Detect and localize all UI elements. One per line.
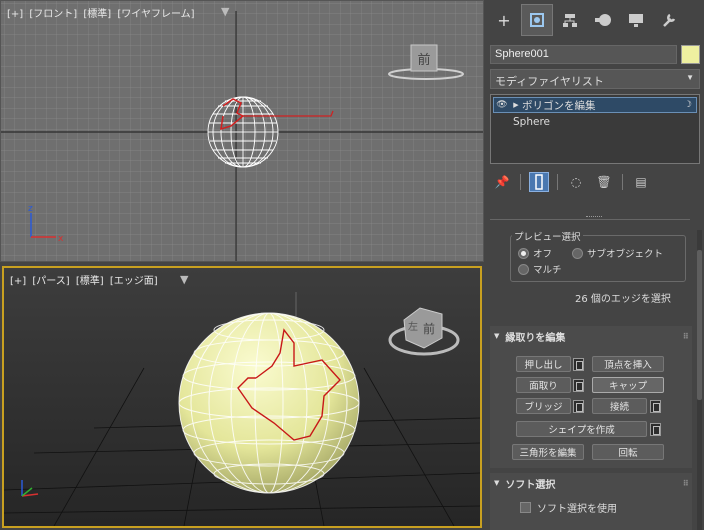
viewport-plus-menu[interactable]: [+] [7, 9, 23, 20]
sphere-wireframe [207, 96, 279, 168]
object-color-swatch[interactable] [681, 45, 700, 64]
axis-x-label: x [58, 234, 64, 244]
preview-subobject-radio[interactable]: サブオブジェクト [572, 246, 663, 260]
preview-off-radio[interactable]: オフ [518, 246, 552, 260]
create-tab-icon[interactable]: + [489, 5, 519, 35]
viewport-mode-menu[interactable]: [ワイヤフレーム] [117, 9, 194, 20]
grip-icon: ⠿ [682, 478, 689, 488]
viewport-shading-menu[interactable]: [標準] [83, 9, 111, 20]
stack-toolbar: 📌 ◌ 🗑 ▤ [492, 172, 651, 192]
grip-icon: ⠿ [682, 331, 689, 341]
axis-z-label: z [28, 204, 33, 214]
edit-edges-header[interactable]: ▼ 縁取りを編集 ⠿ [490, 327, 692, 345]
expand-triangle-icon[interactable]: ▶ [510, 101, 522, 109]
drag-handle[interactable] [586, 216, 602, 219]
soft-selection-header[interactable]: ▼ ソフト選択 ⠿ [490, 474, 692, 492]
viewport-mode-menu[interactable]: [エッジ面] [110, 276, 158, 287]
eye-icon[interactable]: 👁 [494, 100, 510, 110]
utilities-tab-icon[interactable] [654, 5, 684, 35]
cap-button[interactable]: キャップ [592, 377, 664, 393]
remove-modifier-icon[interactable]: 🗑 [594, 172, 614, 192]
create-shape-settings-icon[interactable] [650, 423, 661, 436]
collapse-triangle-icon: ▼ [494, 479, 500, 487]
viewport-shading-menu[interactable]: [標準] [76, 276, 104, 287]
preview-off-label: オフ [533, 249, 553, 260]
subobject-icon: ☽ [683, 100, 692, 110]
viewcube-left-label: 左 [408, 320, 418, 333]
front-viewport-scene: 前 z x [1, 1, 483, 261]
panel-scrollbar[interactable] [697, 230, 702, 530]
front-viewport[interactable]: 前 z x [+] [フロント] [標準] [ワイヤフレーム] ▼ [0, 0, 484, 262]
radio-icon [572, 247, 583, 259]
connect-settings-icon[interactable] [650, 400, 661, 413]
bridge-button[interactable]: ブリッジ [516, 398, 571, 414]
bridge-settings-icon[interactable] [573, 400, 584, 413]
viewport-view-menu[interactable]: [パース] [32, 276, 69, 287]
viewcube-front-label: 前 [423, 321, 435, 336]
front-viewport-label[interactable]: [+] [フロント] [標準] [ワイヤフレーム] [7, 5, 198, 20]
perspective-viewport[interactable]: 前 左 [+] [パース] [標準] [エッジ面] ▼ [2, 266, 482, 528]
preview-multi-radio[interactable]: マルチ [518, 262, 562, 276]
modify-tab-icon[interactable] [521, 4, 553, 36]
soft-selection-title: ソフト選択 [505, 479, 556, 491]
create-shape-button[interactable]: シェイプを作成 [516, 421, 647, 437]
extrude-button[interactable]: 押し出し [516, 356, 571, 372]
command-panel-tabs: + [486, 0, 704, 40]
use-soft-selection-checkbox[interactable]: ソフト選択を使用 [520, 500, 617, 515]
viewcube-face-label: 前 [417, 52, 430, 68]
object-name-field[interactable]: Sphere001 [490, 45, 677, 64]
modifier-list-dropdown[interactable]: モディファイヤリスト ▼ [490, 69, 700, 89]
scrollbar-thumb[interactable] [697, 250, 702, 400]
chamfer-button[interactable]: 面取り [516, 377, 571, 393]
viewport-view-menu[interactable]: [フロント] [29, 9, 77, 20]
modifier-stack: 👁 ▶ ポリゴンを編集 ☽ Sphere [490, 94, 700, 164]
stack-item-edit-poly[interactable]: 👁 ▶ ポリゴンを編集 ☽ [493, 97, 697, 113]
motion-tab-icon[interactable] [588, 5, 618, 35]
radio-selected-icon [518, 247, 529, 259]
radio-icon [518, 263, 529, 275]
command-panel: + Sphere001 モディファイヤリスト ▼ 👁 ▶ ポリゴンを編集 ☽ S… [486, 0, 704, 530]
divider [490, 219, 690, 220]
extrude-settings-icon[interactable] [573, 358, 584, 371]
edit-triangulation-button[interactable]: 三角形を編集 [512, 444, 584, 460]
show-end-result-icon[interactable] [529, 172, 549, 192]
stack-item-edit-poly-label: ポリゴンを編集 [522, 99, 596, 112]
hierarchy-tab-icon[interactable] [555, 5, 585, 35]
checkbox-icon [520, 502, 531, 513]
turn-button[interactable]: 回転 [592, 444, 664, 460]
connect-button[interactable]: 接続 [592, 398, 647, 414]
display-tab-icon[interactable] [621, 5, 651, 35]
insert-vertex-button[interactable]: 頂点を挿入 [592, 356, 664, 372]
edit-edges-title: 縁取りを編集 [505, 332, 566, 344]
viewport-plus-menu[interactable]: [+] [10, 276, 26, 287]
configure-sets-icon[interactable]: ▤ [631, 172, 651, 192]
collapse-triangle-icon: ▼ [494, 332, 500, 340]
filter-icon[interactable]: ▼ [221, 5, 229, 18]
selection-status: 26 個のエッジを選択 [575, 294, 671, 305]
filter-icon[interactable]: ▼ [180, 273, 188, 286]
preview-selection-title: プレビュー選択 [512, 229, 583, 243]
modifier-list-label: モディファイヤリスト [495, 76, 604, 88]
perspective-viewport-label[interactable]: [+] [パース] [標準] [エッジ面] [10, 272, 161, 287]
make-unique-icon[interactable]: ◌ [566, 172, 586, 192]
perspective-viewport-scene: 前 左 [4, 292, 480, 526]
preview-subobject-label: サブオブジェクト [587, 249, 664, 260]
use-soft-selection-label: ソフト選択を使用 [537, 504, 617, 515]
pin-stack-icon[interactable]: 📌 [492, 172, 512, 192]
chevron-down-icon: ▼ [686, 73, 694, 82]
chamfer-settings-icon[interactable] [573, 379, 584, 392]
stack-item-sphere[interactable]: Sphere [513, 116, 550, 128]
preview-multi-label: マルチ [533, 265, 562, 276]
